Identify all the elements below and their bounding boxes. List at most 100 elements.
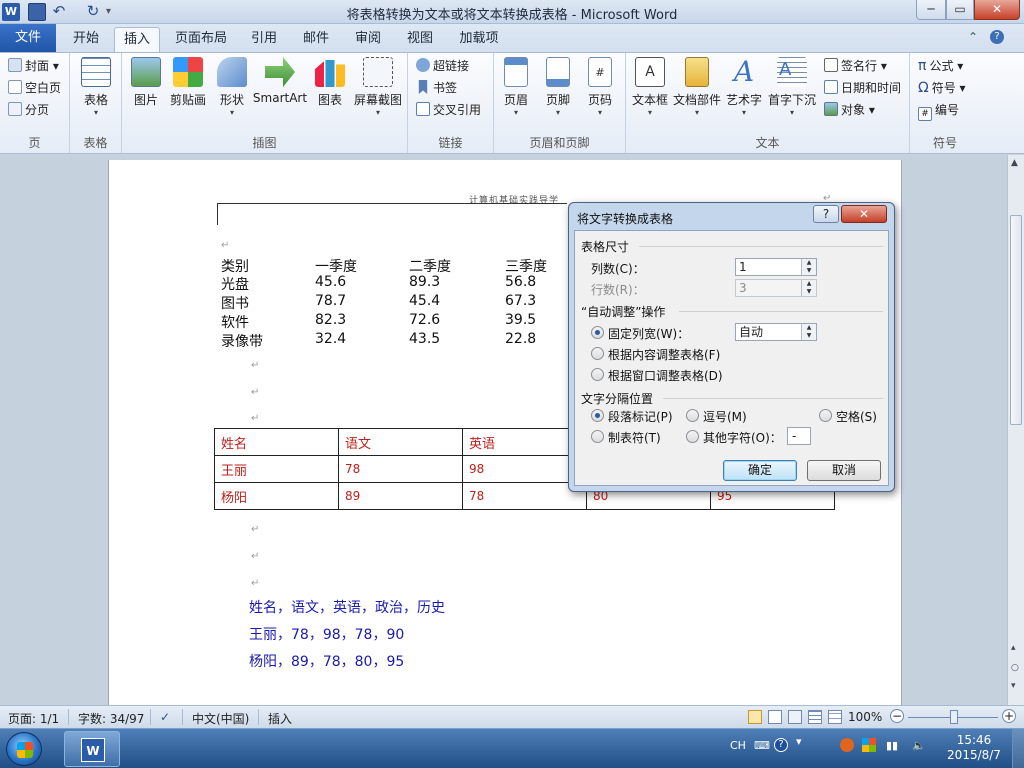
table-cell[interactable]: 王丽 [214,455,339,483]
table-cell[interactable]: 78 [338,455,463,483]
tray-menu-icon[interactable]: ▾ [796,735,802,748]
zoom-in-icon[interactable]: + [1002,709,1016,723]
next-page-icon[interactable]: ▾ [1011,681,1016,691]
columns-spinner[interactable]: 1 ▲ ▼ [735,258,817,276]
full-screen-reading-icon[interactable] [768,710,782,724]
scroll-up-icon[interactable]: ▲ [1011,158,1018,168]
rows-spinner[interactable]: 3 ▲ ▼ [735,279,817,297]
tab-addins[interactable]: 加载项 [450,27,508,52]
page-count-status[interactable]: 页面: 1/1 [8,710,59,727]
cancel-button[interactable]: 取消 [807,460,881,481]
autofit-content-label[interactable]: 根据内容调整表格(F) [608,346,720,363]
dialog-close-button[interactable]: ✕ [841,205,887,223]
outline-view-icon[interactable] [808,710,822,724]
keyboard-icon[interactable]: ⌨ [754,739,770,752]
blank-page-button[interactable]: 空白页 [8,78,61,98]
action-center-icon[interactable] [862,738,876,752]
taskbar-clock[interactable]: 15:46 2015/8/7 [944,733,1004,763]
table-cell[interactable]: 杨阳 [214,482,339,510]
tab-file[interactable]: 文件 [0,24,56,52]
vertical-scrollbar[interactable]: ▲ ▴ ○ ▾ [1007,155,1024,705]
start-button[interactable] [6,732,42,766]
tab-insert[interactable]: 插入 [114,27,160,52]
autofit-window-label[interactable]: 根据窗口调整表格(D) [608,367,723,384]
browse-object-icon[interactable]: ○ [1011,663,1019,673]
table-cell[interactable]: 语文 [338,428,463,456]
clip-art-button[interactable]: 剪贴画 [166,57,210,108]
object-button[interactable]: 对象 ▾ [824,100,875,120]
autofit-content-radio[interactable] [591,347,604,360]
tab-page-layout[interactable]: 页面布局 [168,27,234,52]
cover-page-button[interactable]: 封面 ▾ [8,56,59,76]
ime-indicator[interactable]: CH [730,739,746,752]
symbol-button[interactable]: Ω 符号 ▾ [918,78,966,98]
maximize-button[interactable]: ▭ [946,0,974,20]
paragraph-mark-label[interactable]: 段落标记(P) [608,408,673,425]
print-layout-icon[interactable] [748,710,762,724]
show-desktop-button[interactable] [1012,729,1024,768]
signature-line-button[interactable]: 签名行 ▾ [824,56,887,76]
table-cell[interactable]: 姓名 [214,428,339,456]
page-number-button[interactable]: # 页码 ▾ [578,57,622,117]
web-layout-icon[interactable] [788,710,802,724]
other-char-radio[interactable] [686,430,699,443]
picture-button[interactable]: 图片 [124,57,168,108]
page-break-button[interactable]: 分页 [8,100,49,120]
security-tray-icon[interactable] [840,738,854,752]
quick-parts-button[interactable]: 文档部件 ▾ [672,57,722,117]
cross-reference-button[interactable]: 交叉引用 [416,100,481,120]
tab-references[interactable]: 引用 [242,27,286,52]
insert-mode-status[interactable]: 插入 [268,710,292,727]
hyperlink-button[interactable]: 超链接 [416,56,469,76]
zoom-slider-thumb[interactable] [950,710,958,724]
taskbar-word-button[interactable]: W [64,731,120,767]
fixed-width-spinner[interactable]: 自动 ▲ ▼ [735,323,817,341]
tab-mailings[interactable]: 邮件 [294,27,338,52]
paragraph-mark-radio[interactable] [591,409,604,422]
bookmark-button[interactable]: 书签 [416,78,457,98]
chart-button[interactable]: 图表 [308,57,352,108]
tab-view[interactable]: 视图 [398,27,442,52]
help-icon[interactable]: ? [990,30,1004,44]
equation-button[interactable]: π 公式 ▾ [918,56,963,76]
numbering-button[interactable]: # 编号 [918,100,959,121]
table-button[interactable]: 表格 ▾ [74,57,118,117]
screenshot-button[interactable]: 屏幕截图 ▾ [350,57,406,117]
date-time-button[interactable]: 日期和时间 [824,78,901,98]
header-button[interactable]: 页眉 ▾ [494,57,538,117]
comma-radio[interactable] [686,409,699,422]
language-status[interactable]: 中文(中国) [192,710,249,727]
table-cell[interactable]: 89 [338,482,463,510]
tab-radio[interactable] [591,430,604,443]
tab-home[interactable]: 开始 [62,27,110,52]
proofing-icon[interactable]: ✓ [160,710,170,724]
spinner-arrows-icon[interactable]: ▲ ▼ [801,259,816,275]
draft-view-icon[interactable] [828,710,842,724]
other-char-label[interactable]: 其他字符(O)： [703,429,782,446]
volume-icon[interactable]: 🔈 [912,739,926,752]
tab-label[interactable]: 制表符(T) [608,429,661,446]
shapes-button[interactable]: 形状 ▾ [210,57,254,117]
dialog-help-button[interactable]: ? [813,205,839,223]
smartart-button[interactable]: SmartArt [250,57,310,105]
space-radio[interactable] [819,409,832,422]
word-count-status[interactable]: 字数: 34/97 [78,710,144,727]
spinner-arrows-icon[interactable]: ▲ ▼ [801,324,816,340]
autofit-window-radio[interactable] [591,368,604,381]
network-icon[interactable]: ▮▮ [886,739,898,752]
ok-button[interactable]: 确定 [723,460,797,481]
fixed-width-radio[interactable] [591,326,604,339]
scrollbar-thumb[interactable] [1010,215,1022,425]
close-button[interactable]: ✕ [974,0,1020,20]
spinner-arrows-icon[interactable]: ▲ ▼ [801,280,816,296]
ime-help-icon[interactable]: ? [774,738,788,752]
zoom-level[interactable]: 100% [848,710,882,724]
other-char-input[interactable]: - [787,427,811,445]
text-box-button[interactable]: A 文本框 ▾ [628,57,672,117]
tab-review[interactable]: 审阅 [346,27,390,52]
prev-page-icon[interactable]: ▴ [1011,643,1016,653]
comma-label[interactable]: 逗号(M) [703,408,747,425]
drop-cap-button[interactable]: A 首字下沉 ▾ [766,57,818,117]
footer-button[interactable]: 页脚 ▾ [536,57,580,117]
wordart-button[interactable]: A 艺术字 ▾ [722,57,766,118]
